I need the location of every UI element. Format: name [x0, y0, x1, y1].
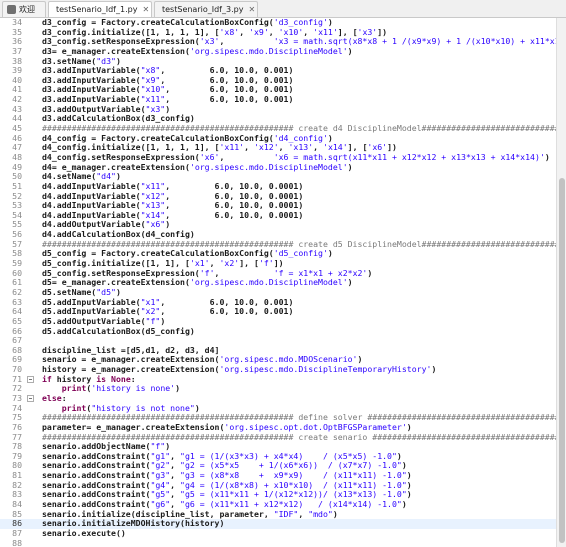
tab-label: 欢迎 — [19, 5, 35, 14]
tab-welcome[interactable]: 欢迎 — [2, 1, 46, 17]
tab-label: testSenario_Idf_3.py — [162, 5, 244, 14]
scrollbar-thumb[interactable] — [559, 178, 565, 543]
fold-toggle-icon[interactable] — [27, 395, 34, 402]
close-icon[interactable]: ✕ — [142, 5, 149, 14]
code-text: d5.addCalculationBox(d5_config) — [42, 325, 195, 336]
fold-toggle-icon[interactable] — [27, 375, 34, 383]
tab-testsenario-idf-3[interactable]: testSenario_Idf_3.py ✕ — [154, 1, 258, 17]
code-editor[interactable]: 34 d3_config = Factory.createCalculationB… — [0, 18, 556, 547]
code-line[interactable]: 72 print('history is none') — [0, 384, 556, 394]
line-number: 88 — [12, 537, 22, 547]
code-line[interactable]: 88 — [0, 537, 556, 547]
vertical-scrollbar[interactable] — [556, 18, 566, 547]
welcome-icon — [7, 5, 16, 14]
close-icon[interactable]: ✕ — [248, 5, 255, 14]
tab-testsenario-idf-1[interactable]: testSenario_Idf_1.py ✕ — [48, 1, 152, 17]
code-text: senario.execute() — [42, 527, 126, 538]
tab-label: testSenario_Idf_1.py — [56, 5, 138, 14]
code-line[interactable]: 87 senario.execute() — [0, 527, 556, 539]
code-line[interactable]: 66 d5.addCalculationBox(d5_config) — [0, 325, 556, 337]
editor-tab-bar: 欢迎 testSenario_Idf_1.py ✕ testSenario_Id… — [0, 0, 566, 18]
